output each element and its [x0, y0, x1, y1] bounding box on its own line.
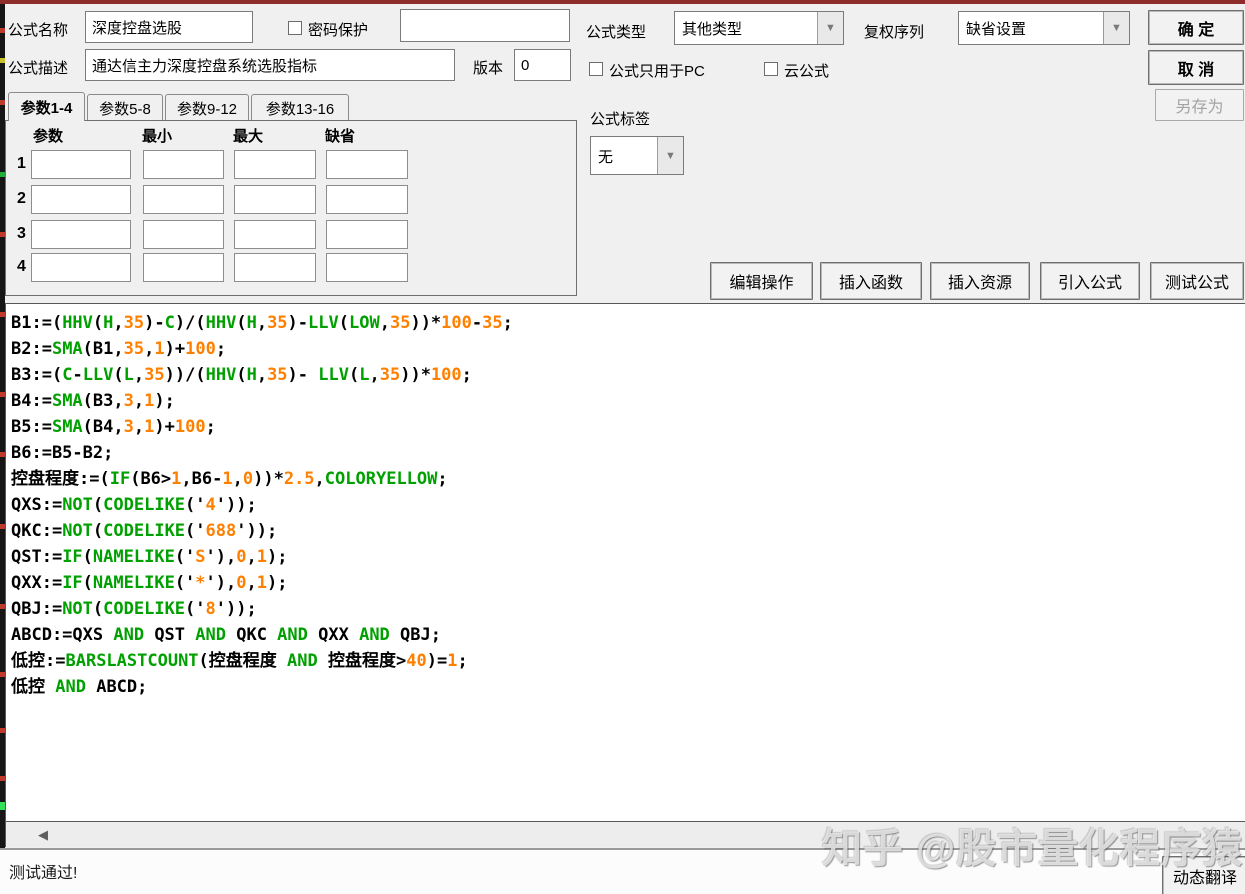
- edit-operations-button[interactable]: 编辑操作: [710, 262, 813, 300]
- param-row-label: 2: [17, 190, 26, 207]
- param-row-label: 1: [17, 155, 26, 172]
- chevron-down-icon[interactable]: ▼: [817, 12, 843, 44]
- code-line: B4:=SMA(B3,3,1);: [11, 391, 175, 411]
- code-line: 低控 AND ABCD;: [11, 677, 148, 697]
- tab-params-1-4[interactable]: 参数1-4: [8, 92, 85, 121]
- param-input-4-max[interactable]: [234, 253, 316, 282]
- adjust-series-label: 复权序列: [864, 24, 925, 41]
- param-input-1-name[interactable]: [31, 150, 131, 179]
- code-line: B1:=(HHV(H,35)-C)/(HHV(H,35)-LLV(LOW,35)…: [11, 313, 513, 333]
- insert-function-button[interactable]: 插入函数: [820, 262, 922, 300]
- code-line: QBJ:=NOT(CODELIKE('8'));: [11, 599, 257, 619]
- param-input-4-min[interactable]: [143, 253, 224, 282]
- param-input-2-min[interactable]: [143, 185, 224, 214]
- version-label: 版本: [473, 60, 504, 77]
- cloud-formula-checkbox[interactable]: [764, 62, 778, 76]
- code-line: B6:=B5-B2;: [11, 443, 114, 463]
- chevron-down-icon[interactable]: ▼: [1103, 12, 1129, 44]
- adjust-series-dropdown[interactable]: 缺省设置 ▼: [958, 11, 1130, 45]
- param-panel: 参数 最小 最大 缺省 1 2 3 4: [5, 120, 577, 296]
- param-row-label: 3: [17, 225, 26, 242]
- code-line: QXS:=NOT(CODELIKE('4'));: [11, 495, 257, 515]
- param-input-1-default[interactable]: [326, 150, 408, 179]
- import-formula-button[interactable]: 引入公式: [1040, 262, 1140, 300]
- param-input-4-name[interactable]: [31, 253, 131, 282]
- password-protect-checkbox[interactable]: [288, 21, 302, 35]
- param-col-header: 缺省: [325, 128, 356, 145]
- param-input-3-max[interactable]: [234, 220, 316, 249]
- param-row-label: 4: [17, 258, 26, 275]
- code-line: B5:=SMA(B4,3,1)+100;: [11, 417, 216, 437]
- param-input-4-default[interactable]: [326, 253, 408, 282]
- code-line: B3:=(C-LLV(L,35))/(HHV(H,35)- LLV(L,35))…: [11, 365, 472, 385]
- tab-params-9-12[interactable]: 参数9-12: [165, 94, 249, 121]
- code-line: 控盘程度:=(IF(B6>1,B6-1,0))*2.5,COLORYELLOW;: [11, 469, 448, 489]
- chevron-down-icon[interactable]: ▼: [657, 137, 683, 174]
- watermark: 知乎 @股市量化程序猿: [822, 827, 1244, 871]
- ok-button[interactable]: 确 定: [1148, 10, 1244, 45]
- status-message: 测试通过!: [9, 865, 78, 882]
- password-input[interactable]: [400, 9, 570, 42]
- code-line: ABCD:=QXS AND QST AND QKC AND QXX AND QB…: [11, 625, 441, 645]
- param-tabs: 参数1-4 参数5-8 参数9-12 参数13-16: [5, 92, 351, 121]
- param-col-header: 最大: [233, 128, 264, 145]
- formula-type-label: 公式类型: [586, 24, 647, 41]
- save-as-button[interactable]: 另存为: [1155, 89, 1244, 121]
- formula-name-input[interactable]: [85, 11, 253, 43]
- param-input-2-name[interactable]: [31, 185, 131, 214]
- param-input-2-max[interactable]: [234, 185, 316, 214]
- formula-name-label: 公式名称: [8, 22, 69, 39]
- param-input-3-min[interactable]: [143, 220, 224, 249]
- formula-desc-input[interactable]: [85, 49, 455, 81]
- pc-only-label: 公式只用于PC: [609, 63, 705, 80]
- password-protect-label: 密码保护: [308, 22, 369, 39]
- param-input-2-default[interactable]: [326, 185, 408, 214]
- pc-only-checkbox[interactable]: [589, 62, 603, 76]
- code-line: 低控:=BARSLASTCOUNT(控盘程度 AND 控盘程度>40)=1;: [11, 651, 468, 671]
- param-input-1-max[interactable]: [234, 150, 316, 179]
- param-input-3-name[interactable]: [31, 220, 131, 249]
- tab-params-5-8[interactable]: 参数5-8: [87, 94, 163, 121]
- formula-tag-value: 无: [598, 149, 614, 166]
- formula-desc-label: 公式描述: [8, 60, 69, 77]
- scroll-left-icon[interactable]: ◀: [34, 826, 52, 843]
- formula-type-dropdown[interactable]: 其他类型 ▼: [674, 11, 844, 45]
- version-input[interactable]: [514, 49, 571, 81]
- formula-type-value: 其他类型: [682, 21, 743, 38]
- formula-tag-label: 公式标签: [590, 111, 651, 128]
- cloud-formula-label: 云公式: [784, 63, 830, 80]
- formula-editor-dialog: 公式名称 密码保护 公式类型 其他类型 ▼ 复权序列 缺省设置 ▼ 确 定 公式…: [0, 0, 1245, 894]
- param-input-3-default[interactable]: [326, 220, 408, 249]
- param-col-header: 参数: [33, 128, 64, 145]
- code-line: QST:=IF(NAMELIKE('S'),0,1);: [11, 547, 288, 567]
- adjust-series-value: 缺省设置: [966, 21, 1027, 38]
- code-line: B2:=SMA(B1,35,1)+100;: [11, 339, 227, 359]
- test-formula-button[interactable]: 测试公式: [1150, 262, 1244, 300]
- insert-resource-button[interactable]: 插入资源: [930, 262, 1030, 300]
- param-col-header: 最小: [142, 128, 173, 145]
- code-line: QKC:=NOT(CODELIKE('688'));: [11, 521, 278, 541]
- tab-params-13-16[interactable]: 参数13-16: [251, 94, 349, 121]
- code-editor[interactable]: B1:=(HHV(H,35)-C)/(HHV(H,35)-LLV(LOW,35)…: [5, 303, 1245, 822]
- formula-tag-dropdown[interactable]: 无 ▼: [590, 136, 684, 175]
- cancel-button[interactable]: 取 消: [1148, 50, 1244, 85]
- window-top-edge: [0, 0, 1245, 4]
- code-line: QXX:=IF(NAMELIKE('*'),0,1);: [11, 573, 288, 593]
- param-input-1-min[interactable]: [143, 150, 224, 179]
